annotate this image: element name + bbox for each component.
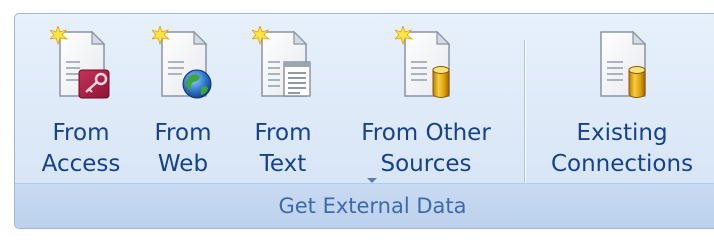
existing-connections-label-line1: Existing bbox=[576, 120, 668, 146]
group-separator bbox=[524, 40, 526, 186]
web-globe-document-icon bbox=[152, 26, 212, 99]
from-other-sources-label: From Other Sources bbox=[361, 118, 491, 185]
from-other-sources-label-line2-wrap: Sources bbox=[361, 149, 491, 185]
existing-connections-button[interactable]: Existing Connections bbox=[537, 26, 707, 186]
from-access-label-line2: Access bbox=[41, 151, 121, 177]
from-web-label: From Web bbox=[155, 118, 212, 180]
from-text-label: From Text bbox=[255, 118, 312, 180]
from-other-sources-button[interactable]: From Other Sources bbox=[340, 26, 512, 186]
text-file-document-icon bbox=[252, 26, 311, 97]
group-footer: Get External Data bbox=[15, 183, 714, 228]
existing-connections-label: Existing Connections bbox=[551, 118, 693, 180]
existing-connections-database-document-icon bbox=[600, 30, 647, 98]
from-access-label: From Access bbox=[42, 118, 121, 180]
from-other-sources-label-line2: Sources bbox=[380, 151, 472, 177]
from-text-label-line2: Text bbox=[259, 151, 307, 177]
existing-connections-label-line2: Connections bbox=[550, 151, 694, 177]
from-other-sources-label-line1: From Other bbox=[361, 120, 491, 146]
access-database-document-icon bbox=[50, 26, 110, 99]
from-text-button[interactable]: From Text bbox=[243, 26, 323, 186]
get-external-data-group: From Access From Web From Text From Othe… bbox=[14, 13, 714, 229]
from-web-button[interactable]: From Web bbox=[143, 26, 223, 186]
from-web-label-line1: From bbox=[154, 120, 212, 146]
group-title: Get External Data bbox=[278, 194, 467, 218]
from-web-label-line2: Web bbox=[157, 151, 209, 177]
other-sources-database-document-icon bbox=[395, 26, 451, 98]
from-access-label-line1: From bbox=[52, 120, 110, 146]
from-text-label-line1: From bbox=[254, 120, 312, 146]
from-access-button[interactable]: From Access bbox=[35, 26, 127, 186]
